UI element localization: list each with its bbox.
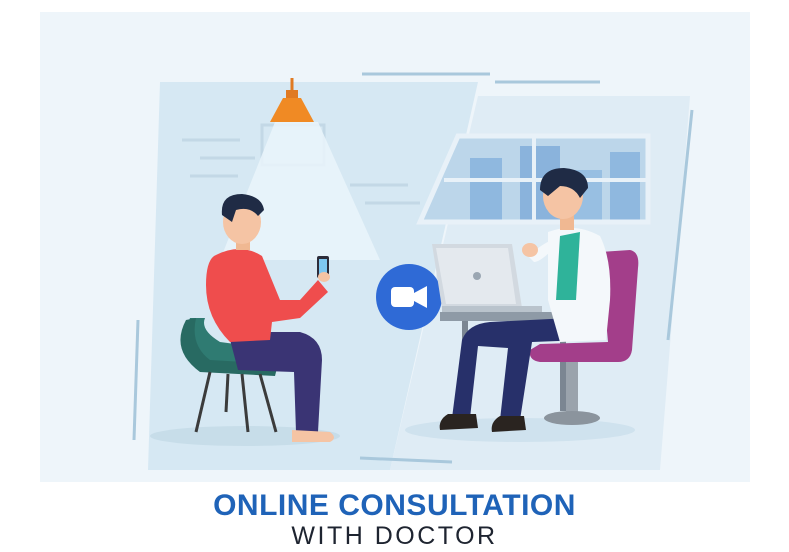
office-window: [416, 133, 651, 225]
caption-title: ONLINE CONSULTATION: [213, 489, 576, 522]
illustration-canvas: [40, 12, 750, 482]
online-consultation-illustration: ONLINE CONSULTATION WITH DOCTOR: [0, 0, 789, 552]
caption-subtitle: WITH DOCTOR: [291, 522, 498, 550]
video-call-button: [376, 264, 442, 330]
video-camera-icon: [391, 286, 427, 308]
